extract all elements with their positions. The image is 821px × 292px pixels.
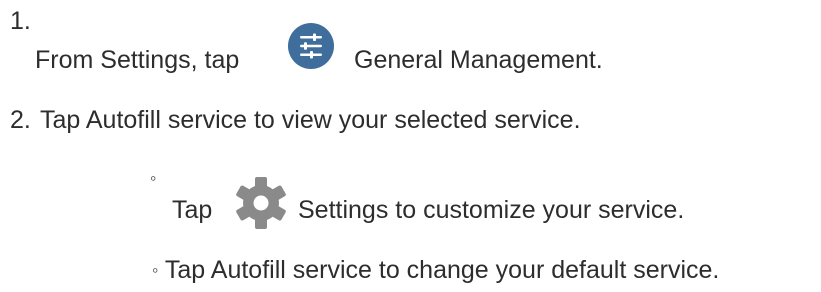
general-management-icon [288,23,334,69]
step-2-number: 2. [10,106,31,134]
substep-2-bullet: ◦ [152,260,159,280]
substep-1-text-before: Tap [172,196,213,224]
step-1-number: 1. [10,7,31,35]
settings-gear-icon [232,174,290,232]
step-2-text: Tap Autofill service to view your select… [40,106,581,134]
substep-1-bullet: ◦ [150,168,157,188]
step-1-text-before: From Settings, tap [35,46,240,74]
step-1-text-after: General Management. [354,46,603,74]
substep-2-text: Tap Autofill service to change your defa… [164,256,720,284]
substep-1-text-after: Settings to customize your service. [298,196,685,224]
